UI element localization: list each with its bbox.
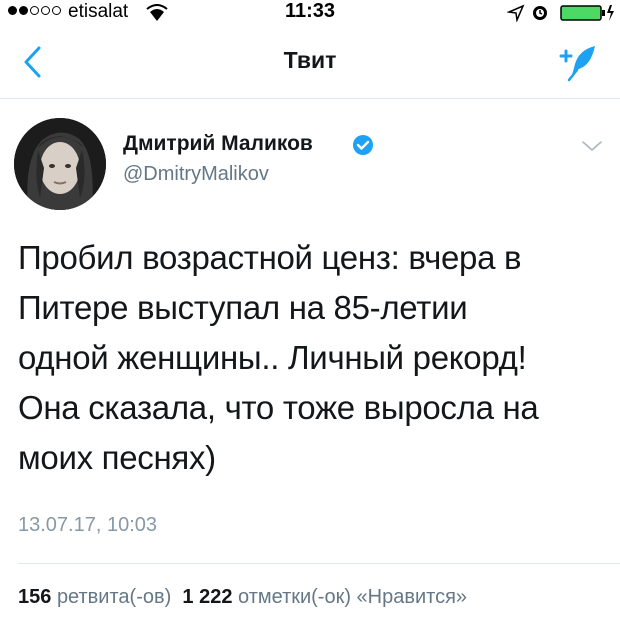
tweet-timestamp: 13.07.17, 10:03 [18,514,158,536]
author-handle[interactable]: @DmitryMalikov [123,163,269,186]
tweet-text: Пробил возрастной ценз: вчера в Питере в… [18,233,608,483]
compose-tweet-button[interactable] [555,42,601,84]
author-name[interactable]: Дмитрий Маликов [123,132,313,156]
retweets-stat[interactable]: 156 ретвита(-ов) [18,586,171,608]
tweet-detail-screen: etisalat 11:33 Твит Дмитрий Маликов @Dmi… [0,0,620,636]
page-title: Твит [283,47,337,73]
location-arrow-icon [506,4,525,27]
tweet-text-line: одной женщины.. Личный рекорд! [18,339,527,376]
tweet-text-line: моих песнях) [18,439,216,476]
status-bar: etisalat 11:33 [0,0,620,28]
chevron-down-icon [582,141,602,151]
tweet-text-line: Она сказала, что тоже выросла на [18,389,539,426]
retweets-count: 156 [18,586,52,608]
divider [18,563,620,564]
likes-count: 1 222 [182,586,233,608]
compose-tweet-icon [559,46,595,82]
avatar[interactable] [14,118,106,210]
verified-badge-icon [352,134,374,161]
likes-label: отметки(-ок) «Нравится» [238,586,468,608]
tweet-text-line: Питере выступал на 85-летии [18,289,468,326]
tweet-options-button[interactable] [580,138,604,154]
retweets-label: ретвита(-ов) [56,586,172,608]
alarm-clock-icon [530,2,550,27]
likes-stat[interactable]: 1 222 отметки(-ок) «Нравится» [182,586,467,608]
tweet-stats: 156 ретвита(-ов) 1 222 отметки(-ок) «Нра… [18,586,467,609]
status-time: 11:33 [284,0,336,22]
navigation-bar: Твит [0,28,620,99]
avatar-photo [14,118,106,210]
battery-icon [560,4,616,27]
tweet-text-line: Пробил возрастной ценз: вчера в [18,239,522,276]
